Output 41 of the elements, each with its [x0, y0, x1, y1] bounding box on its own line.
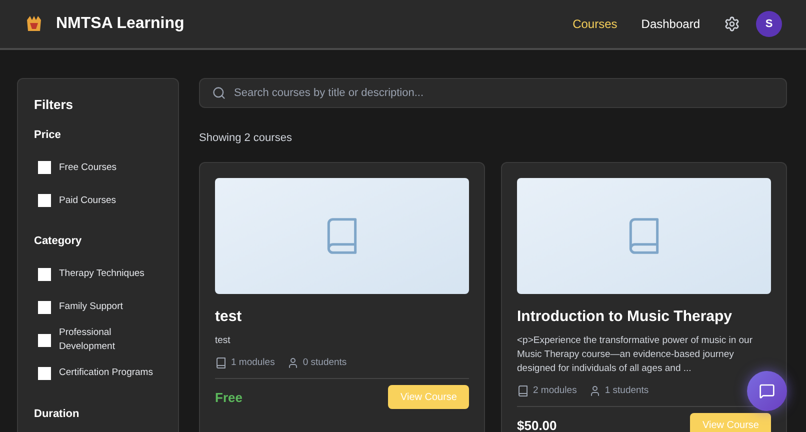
checkbox[interactable]: [38, 334, 51, 346]
filter-option-label: Certification Programs: [59, 366, 153, 380]
book-icon: [215, 357, 227, 370]
chat-icon: [759, 383, 775, 399]
course-description: <p>Experience the transformative power of music in our Music Therapy course—an evidence-based journey designed for individuals of all ages and ...: [517, 334, 754, 376]
checkbox[interactable]: [38, 194, 51, 207]
filter-option-label: Free Courses: [59, 160, 117, 174]
filter-option-label: Family Support: [59, 300, 123, 314]
brand-name: NMTSA Learning: [56, 14, 184, 34]
filter-option-label: Therapy Techniques: [59, 267, 144, 281]
filters-title: Filters: [34, 96, 74, 114]
checkbox[interactable]: [38, 161, 51, 174]
nav-link[interactable]: Dashboard: [641, 15, 700, 33]
search-box[interactable]: Search courses by title or description...: [199, 78, 787, 108]
filter-group-title: Category: [34, 234, 83, 249]
checkbox[interactable]: [38, 268, 51, 280]
course-title: Introduction to Music Therapy: [517, 306, 734, 326]
user-icon: [286, 357, 299, 370]
course-description: test: [215, 334, 232, 348]
filter-option-label: Professional Development: [59, 326, 116, 354]
checkbox[interactable]: [38, 300, 51, 314]
result-count: Showing 2 courses: [199, 131, 293, 146]
filter-option-label: Paid Courses: [59, 194, 116, 208]
course-price: Free: [215, 388, 242, 406]
module-count: 2 modules: [533, 384, 577, 398]
student-count: 0 students: [302, 356, 347, 370]
book-icon: [517, 385, 529, 398]
search-input[interactable]: Search courses by title or description...: [234, 84, 774, 102]
checkbox[interactable]: [38, 366, 51, 380]
search-icon: [212, 86, 226, 100]
filter-group-title: Duration: [34, 406, 80, 422]
filter-group-title: Price: [34, 128, 62, 142]
course-title: test: [215, 306, 243, 326]
avatar[interactable]: S: [756, 11, 782, 37]
user-icon: [588, 385, 601, 398]
module-count: 1 modules: [231, 356, 275, 370]
nav-link[interactable]: Courses: [572, 15, 618, 33]
settings-icon[interactable]: [724, 16, 740, 32]
student-count: 1 students: [604, 384, 649, 398]
course-price: $50.00: [517, 416, 557, 432]
logo-icon: [24, 14, 44, 34]
